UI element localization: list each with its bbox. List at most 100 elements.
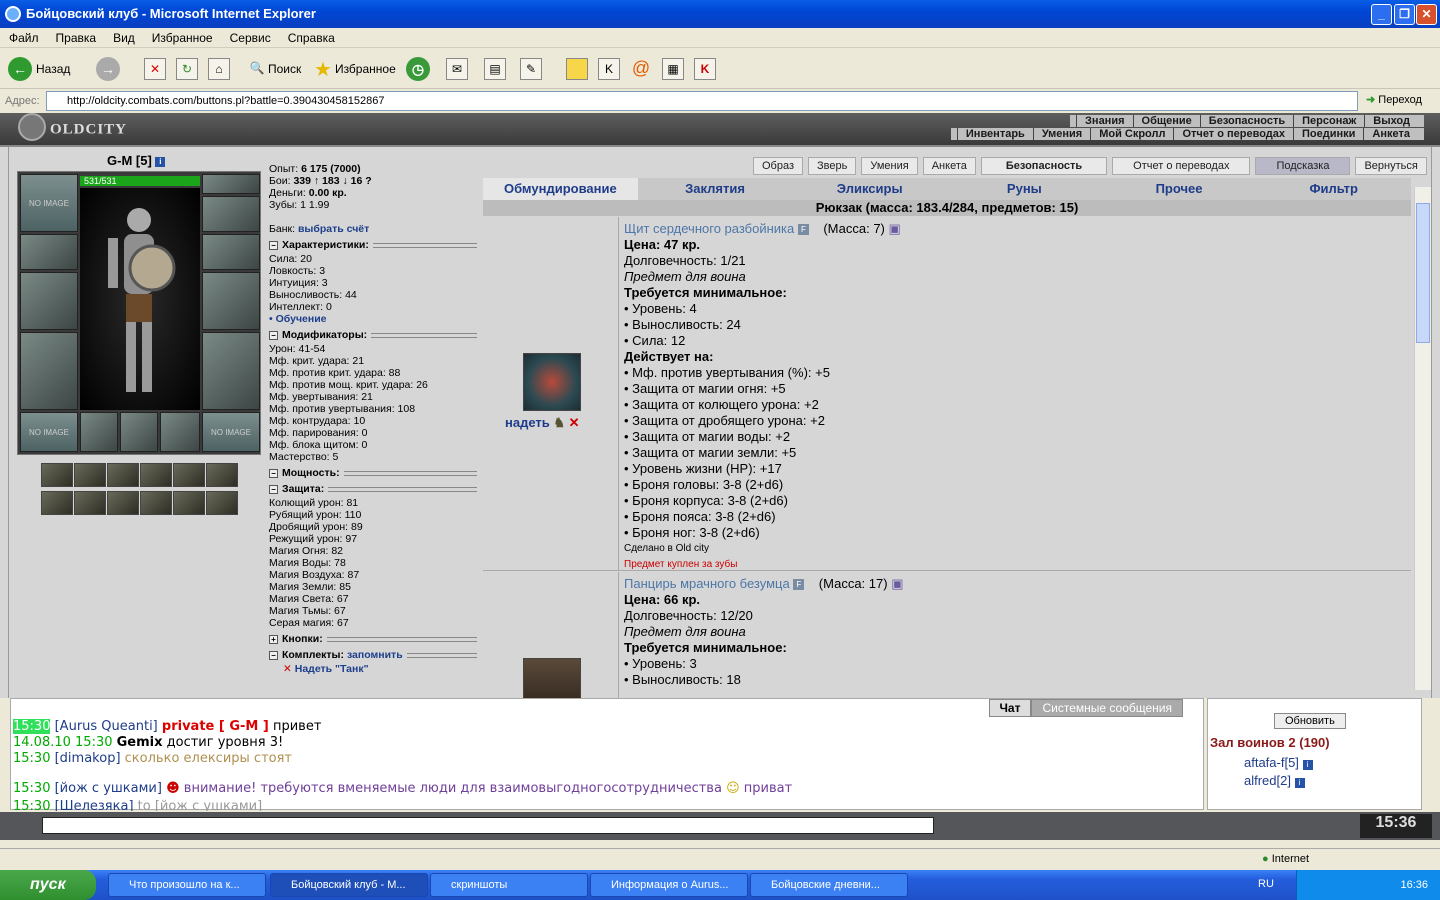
kaspersky-button[interactable]: K xyxy=(694,55,716,83)
tab-filter[interactable]: Фильтр xyxy=(1256,178,1411,200)
armor-item-image[interactable] xyxy=(523,658,581,698)
amulet-slot[interactable] xyxy=(202,196,260,232)
scrollbar-thumb[interactable] xyxy=(1416,203,1430,343)
earring-slot[interactable] xyxy=(202,174,260,194)
wear-link[interactable]: надеть xyxy=(505,415,550,430)
minimize-button[interactable]: _ xyxy=(1371,4,1392,25)
refresh-button[interactable]: Обновить xyxy=(1274,713,1346,729)
info-icon[interactable]: i xyxy=(1294,778,1305,788)
belt-item[interactable] xyxy=(206,463,238,487)
nav-knowledge[interactable]: Знания xyxy=(1076,115,1133,127)
search-button[interactable]: 🔍 Поиск xyxy=(246,55,302,83)
set-wear-link[interactable]: Надеть "Танк" xyxy=(295,663,369,675)
nav-security[interactable]: Безопасность xyxy=(1199,115,1294,127)
tab-system[interactable]: Системные сообщения xyxy=(1031,699,1183,717)
tab-runes[interactable]: Руны xyxy=(947,178,1102,200)
item-name[interactable]: Панцирь мрачного безумца xyxy=(624,576,790,591)
at-button[interactable]: @ xyxy=(630,55,652,83)
nav-profile[interactable]: Анкета xyxy=(1363,128,1418,140)
menu-edit[interactable]: Правка xyxy=(47,28,105,45)
menu-file[interactable]: Файл xyxy=(0,28,47,45)
belt-item[interactable] xyxy=(107,491,139,515)
weapon-slot[interactable] xyxy=(20,272,78,330)
inventory-scrollbar[interactable] xyxy=(1414,187,1431,690)
boots-slot[interactable]: NO IMAGE xyxy=(202,412,260,452)
menu-tools[interactable]: Сервис xyxy=(221,28,279,45)
task-info[interactable]: Информация о Aurus... xyxy=(590,873,748,897)
belt-item[interactable] xyxy=(206,491,238,515)
menu-view[interactable]: Вид xyxy=(104,28,143,45)
task-ie[interactable]: Бойцовский клуб - M... xyxy=(270,873,428,897)
nav-character[interactable]: Персонаж xyxy=(1293,115,1365,127)
chat-nick[interactable]: [Шелезяка] xyxy=(55,799,134,811)
pants-slot[interactable] xyxy=(202,332,260,410)
language-indicator[interactable]: RU xyxy=(1258,878,1274,890)
info-icon[interactable]: i xyxy=(1302,760,1313,770)
training-link[interactable]: • Обучение xyxy=(269,313,481,325)
nav-inventory[interactable]: Инвентарь xyxy=(956,128,1033,140)
helmet-slot[interactable]: NO IMAGE xyxy=(20,174,78,232)
skills-button[interactable]: Умения xyxy=(861,157,918,175)
start-button[interactable]: пуск xyxy=(0,870,96,900)
chat-nick[interactable]: [Aurus Queanti] xyxy=(55,719,158,734)
ring-slot-2[interactable] xyxy=(120,412,158,452)
forward-button[interactable]: → xyxy=(96,55,124,83)
shield-item-image[interactable] xyxy=(523,353,581,411)
return-button[interactable]: Вернуться xyxy=(1355,157,1427,175)
belt-item[interactable] xyxy=(173,491,205,515)
nav-exit[interactable]: Выход xyxy=(1364,115,1418,127)
menu-help[interactable]: Справка xyxy=(279,28,343,45)
home-button[interactable]: ⌂ xyxy=(208,55,230,83)
tab-chat[interactable]: Чат xyxy=(988,699,1032,717)
room-user[interactable]: alfred[2] i xyxy=(1244,773,1305,788)
stop-button[interactable]: ✕ xyxy=(144,55,166,83)
mods-header[interactable]: − Модификаторы: xyxy=(269,329,481,341)
nav-communication[interactable]: Общение xyxy=(1132,115,1200,127)
menu-favorites[interactable]: Избранное xyxy=(143,28,221,45)
belt-item[interactable] xyxy=(173,463,205,487)
address-input[interactable]: http://oldcity.combats.com/buttons.pl?ba… xyxy=(46,91,1358,111)
belt-item[interactable] xyxy=(107,463,139,487)
security-button[interactable]: Безопасность xyxy=(980,157,1108,175)
chat-nick[interactable]: Gemix xyxy=(117,735,163,750)
wear-icon[interactable]: ♞ xyxy=(553,415,565,430)
note-button[interactable] xyxy=(566,55,588,83)
gloves-slot[interactable] xyxy=(202,234,260,270)
tab-other[interactable]: Прочее xyxy=(1102,178,1257,200)
armor-slot[interactable] xyxy=(20,332,78,410)
go-button[interactable]: ➜ Переход xyxy=(1366,93,1422,106)
chat-private[interactable]: private [ G-M ] xyxy=(162,719,269,734)
room-user[interactable]: aftafa-f[5] i xyxy=(1244,755,1313,770)
mail-button[interactable]: ✉ xyxy=(446,55,468,83)
chat-nick[interactable]: [йож с ушками] xyxy=(55,781,162,796)
bracers-slot[interactable] xyxy=(20,234,78,270)
belt-item[interactable] xyxy=(74,463,106,487)
belt-item[interactable] xyxy=(41,491,73,515)
power-header[interactable]: − Мощность: xyxy=(269,467,481,479)
tab-elixirs[interactable]: Эликсиры xyxy=(792,178,947,200)
k-button[interactable]: K xyxy=(598,55,620,83)
edit-button[interactable]: ✎ xyxy=(520,55,542,83)
nav-scroll[interactable]: Мой Скролл xyxy=(1090,128,1174,140)
chat-nick[interactable]: [dimakop] xyxy=(55,751,121,766)
buttons-header[interactable]: + Кнопки: xyxy=(269,633,481,645)
close-button[interactable]: ✕ xyxy=(1416,4,1437,25)
tool-button[interactable]: ▦ xyxy=(662,55,684,83)
chat-input[interactable] xyxy=(42,817,934,834)
belt-item[interactable] xyxy=(74,491,106,515)
ring-slot-1[interactable] xyxy=(80,412,118,452)
back-button[interactable]: ← Назад xyxy=(8,55,70,83)
favorites-button[interactable]: ★ Избранное xyxy=(314,55,396,83)
delete-icon[interactable]: ✕ xyxy=(283,663,292,675)
task-diaries[interactable]: Бойцовские дневни... xyxy=(750,873,908,897)
item-name[interactable]: Щит сердечного разбойника xyxy=(624,221,794,236)
ring-slot-3[interactable] xyxy=(160,412,200,452)
chars-header[interactable]: − Характеристики: xyxy=(269,239,481,251)
belt-item[interactable] xyxy=(140,463,172,487)
transfers-button[interactable]: Отчет о переводах xyxy=(1112,157,1251,175)
history-button[interactable]: ◷ xyxy=(406,55,434,83)
character-avatar[interactable] xyxy=(80,188,200,410)
image-button[interactable]: Образ xyxy=(753,157,804,175)
belt-item[interactable] xyxy=(41,463,73,487)
shield-slot[interactable] xyxy=(202,272,260,330)
